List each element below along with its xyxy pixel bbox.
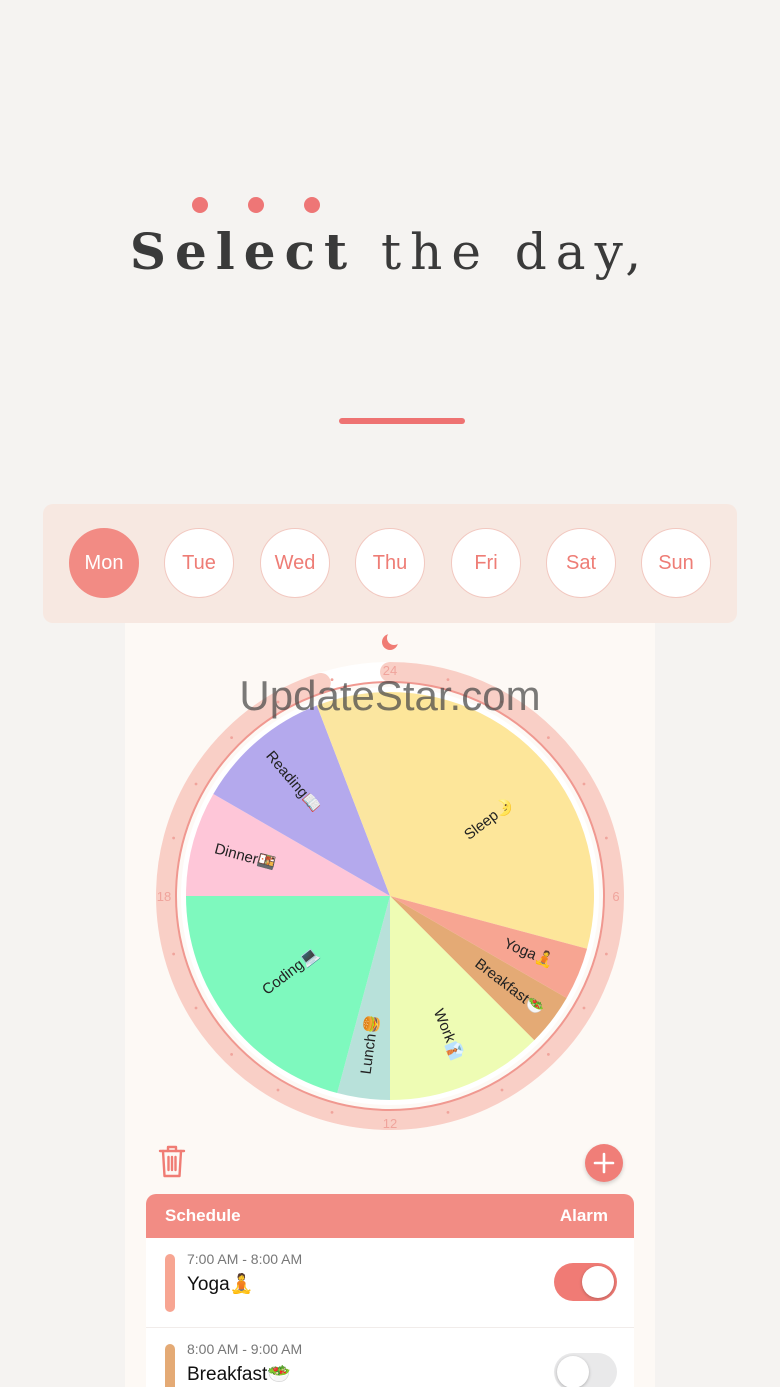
schedule-color-bar	[165, 1344, 175, 1387]
toggle-knob	[582, 1266, 614, 1298]
page-dot	[248, 197, 264, 213]
schedule-row[interactable]: 8:00 AM - 9:00 AM Breakfast🥗	[146, 1328, 634, 1387]
hour-tick	[194, 782, 198, 786]
hour-tick	[546, 1052, 550, 1056]
hour-tick	[582, 782, 586, 786]
day-button-mon[interactable]: Mon	[69, 528, 139, 598]
hour-tick	[582, 1006, 586, 1010]
headline-rest: the day,	[356, 223, 651, 281]
wheel-segments: Sleep🌛Yoga🧘Breakfast🥗Work👔Lunch🍔Coding💻D…	[185, 692, 594, 1100]
schedule-title: Yoga🧘	[187, 1274, 254, 1295]
hour-label-18: 18	[157, 889, 171, 904]
page-dot	[192, 197, 208, 213]
hour-tick	[330, 1110, 334, 1114]
hour-tick	[230, 736, 234, 740]
day-button-tue[interactable]: Tue	[164, 528, 234, 598]
headline-bold: Select	[129, 222, 357, 281]
day-button-sun[interactable]: Sun	[641, 528, 711, 598]
day-button-sat[interactable]: Sat	[546, 528, 616, 598]
onboarding-headline: Select the day,	[0, 222, 780, 281]
plus-icon	[593, 1152, 615, 1174]
schedule-header-title: Schedule	[165, 1206, 241, 1225]
headline-underline	[339, 418, 465, 424]
hour-tick	[446, 1110, 450, 1114]
day-button-thu[interactable]: Thu	[355, 528, 425, 598]
hour-tick	[500, 1088, 504, 1092]
schedule-color-bar	[165, 1254, 175, 1312]
trash-icon[interactable]	[158, 1145, 186, 1178]
alarm-toggle[interactable]	[554, 1263, 617, 1301]
schedule-row[interactable]: 7:00 AM - 8:00 AM Yoga🧘	[146, 1238, 634, 1328]
hour-tick	[194, 1006, 198, 1010]
day-button-wed[interactable]: Wed	[260, 528, 330, 598]
day-button-fri[interactable]: Fri	[451, 528, 521, 598]
schedule-title: Breakfast🥗	[187, 1364, 291, 1385]
schedule-header: Schedule Alarm	[146, 1194, 634, 1238]
schedule-list: Schedule Alarm 7:00 AM - 8:00 AM Yoga🧘 8…	[146, 1194, 634, 1387]
watermark-text: UpdateStar.com	[239, 672, 541, 719]
moon-icon	[382, 631, 401, 650]
hour-label-12: 12	[383, 1116, 397, 1131]
schedule-time: 7:00 AM - 8:00 AM	[187, 1251, 303, 1267]
toggle-knob	[557, 1356, 589, 1387]
hour-tick	[172, 836, 176, 840]
hour-tick	[172, 952, 176, 956]
day-selector: Mon Tue Wed Thu Fri Sat Sun	[43, 504, 737, 623]
schedule-time: 8:00 AM - 9:00 AM	[187, 1341, 303, 1357]
add-schedule-button[interactable]	[585, 1144, 623, 1182]
alarm-toggle[interactable]	[554, 1353, 617, 1387]
page-indicator-dots	[192, 197, 322, 213]
hour-tick	[546, 736, 550, 740]
hour-tick	[604, 836, 608, 840]
hour-tick	[230, 1052, 234, 1056]
hour-label-6: 6	[612, 889, 619, 904]
hour-tick	[604, 952, 608, 956]
alarm-header-title: Alarm	[559, 1206, 608, 1225]
page-dot	[304, 197, 320, 213]
hour-tick	[276, 1088, 280, 1092]
